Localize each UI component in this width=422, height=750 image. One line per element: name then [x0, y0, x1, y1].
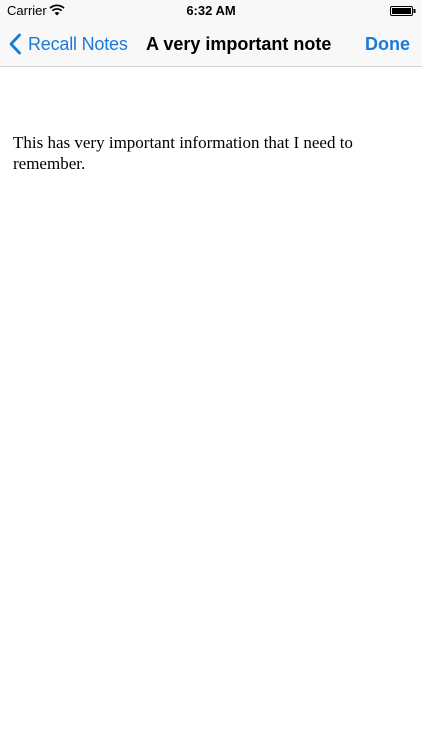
status-time: 6:32 AM: [186, 3, 236, 18]
battery-icon: [390, 6, 416, 16]
page-title: A very important note: [146, 34, 332, 54]
note-text-area[interactable]: This has very important information that…: [13, 132, 393, 174]
chevron-left-icon: [9, 33, 21, 55]
done-button[interactable]: Done: [365, 22, 410, 66]
back-button[interactable]: Recall Notes: [8, 22, 128, 66]
status-bar: Carrier 6:32 AM: [0, 0, 422, 22]
navigation-bar: Recall Notes A very important note Done: [0, 22, 422, 67]
note-editor-screen: Carrier 6:32 AM Recall Notes A very impo…: [0, 0, 422, 750]
back-button-label: Recall Notes: [28, 33, 128, 54]
